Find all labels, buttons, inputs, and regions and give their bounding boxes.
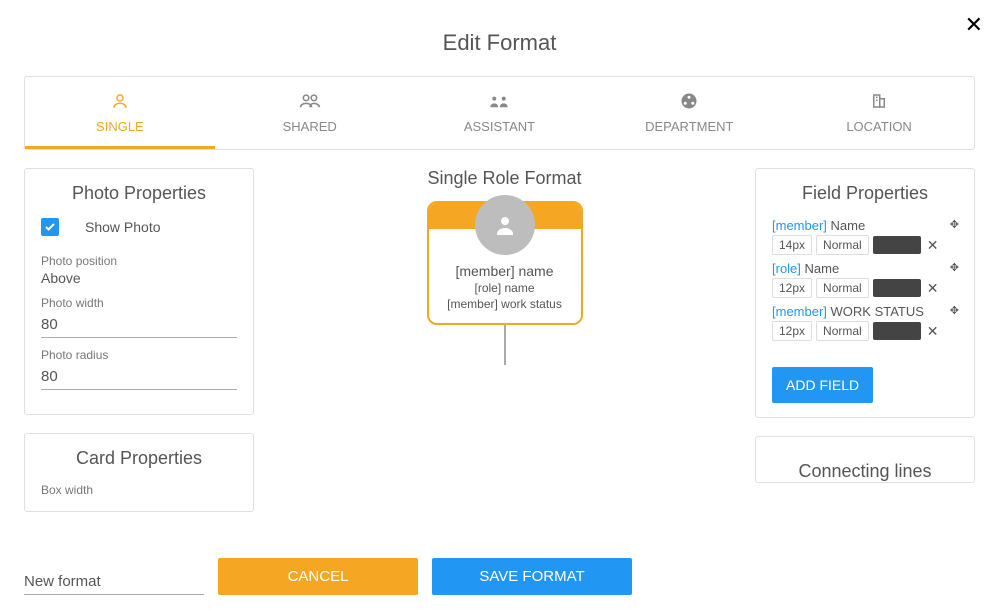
tab-label: LOCATION <box>846 119 912 134</box>
width-label: Photo width <box>41 296 237 310</box>
field-name: Name <box>831 218 866 233</box>
field-properties-panel: Field Properties [member] Name ✥ 14px No… <box>755 168 975 418</box>
color-picker[interactable] <box>873 236 921 254</box>
field-row: [member] WORK STATUS ✥ 12px Normal ✕ <box>772 304 958 341</box>
field-tag: [role] <box>772 261 801 276</box>
font-size-select[interactable]: 12px <box>772 321 812 341</box>
cancel-button[interactable]: CANCEL <box>218 558 418 595</box>
font-size-select[interactable]: 14px <box>772 235 812 255</box>
format-name-input[interactable] <box>24 569 204 595</box>
tab-department[interactable]: DEPARTMENT <box>594 77 784 149</box>
field-tag: [member] <box>772 304 827 319</box>
tab-label: DEPARTMENT <box>645 119 733 134</box>
dialog-title: Edit Format <box>0 0 999 76</box>
preview-line: [member] name <box>435 263 575 279</box>
drag-handle-icon[interactable]: ✥ <box>950 306 958 317</box>
field-name: Name <box>805 261 840 276</box>
close-icon[interactable]: ✕ <box>965 12 983 38</box>
tab-single[interactable]: SINGLE <box>25 77 215 149</box>
people-icon <box>299 91 321 111</box>
building-icon <box>870 91 888 111</box>
panel-title: Field Properties <box>772 183 958 204</box>
avatar <box>475 195 535 255</box>
assistant-icon <box>488 91 510 111</box>
panel-title: Photo Properties <box>41 183 237 204</box>
save-format-button[interactable]: SAVE FORMAT <box>432 558 632 595</box>
preview-card: [member] name [role] name [member] work … <box>427 201 583 325</box>
tab-label: SHARED <box>283 119 337 134</box>
field-tag: [member] <box>772 218 827 233</box>
field-name: WORK STATUS <box>831 304 924 319</box>
radius-input[interactable] <box>41 364 237 390</box>
connector-line <box>504 325 506 365</box>
preview-line: [role] name <box>435 281 575 295</box>
preview-line: [member] work status <box>435 297 575 311</box>
width-input[interactable] <box>41 312 237 338</box>
font-size-select[interactable]: 12px <box>772 278 812 298</box>
tab-shared[interactable]: SHARED <box>215 77 405 149</box>
remove-icon[interactable]: ✕ <box>925 237 941 254</box>
font-weight-select[interactable]: Normal <box>816 321 869 341</box>
card-properties-panel: Card Properties Box width <box>24 433 254 512</box>
field-row: [role] Name ✥ 12px Normal ✕ <box>772 261 958 298</box>
panel-title: Connecting lines <box>772 451 958 482</box>
show-photo-checkbox[interactable] <box>41 218 59 236</box>
box-width-label: Box width <box>41 483 237 497</box>
tabs-container: SINGLE SHARED ASSISTANT DEPARTMENT LOCAT… <box>24 76 975 150</box>
drag-handle-icon[interactable]: ✥ <box>950 220 958 231</box>
color-picker[interactable] <box>873 279 921 297</box>
show-photo-label: Show Photo <box>85 219 161 235</box>
add-field-button[interactable]: ADD FIELD <box>772 367 873 403</box>
remove-icon[interactable]: ✕ <box>925 323 941 340</box>
font-weight-select[interactable]: Normal <box>816 278 869 298</box>
footer-bar: CANCEL SAVE FORMAT <box>0 548 999 609</box>
font-weight-select[interactable]: Normal <box>816 235 869 255</box>
position-label: Photo position <box>41 254 237 268</box>
field-row: [member] Name ✥ 14px Normal ✕ <box>772 218 958 255</box>
tab-label: ASSISTANT <box>464 119 535 134</box>
color-picker[interactable] <box>873 322 921 340</box>
tab-location[interactable]: LOCATION <box>784 77 974 149</box>
tab-label: SINGLE <box>96 119 144 134</box>
remove-icon[interactable]: ✕ <box>925 280 941 297</box>
connecting-lines-panel: Connecting lines <box>755 436 975 483</box>
radius-label: Photo radius <box>41 348 237 362</box>
tab-assistant[interactable]: ASSISTANT <box>405 77 595 149</box>
person-icon <box>111 91 129 111</box>
photo-properties-panel: Photo Properties Show Photo Photo positi… <box>24 168 254 415</box>
panel-title: Card Properties <box>41 448 237 469</box>
department-icon <box>680 91 698 111</box>
drag-handle-icon[interactable]: ✥ <box>950 263 958 274</box>
position-select[interactable]: Above <box>41 270 237 286</box>
preview-title: Single Role Format <box>272 168 737 189</box>
